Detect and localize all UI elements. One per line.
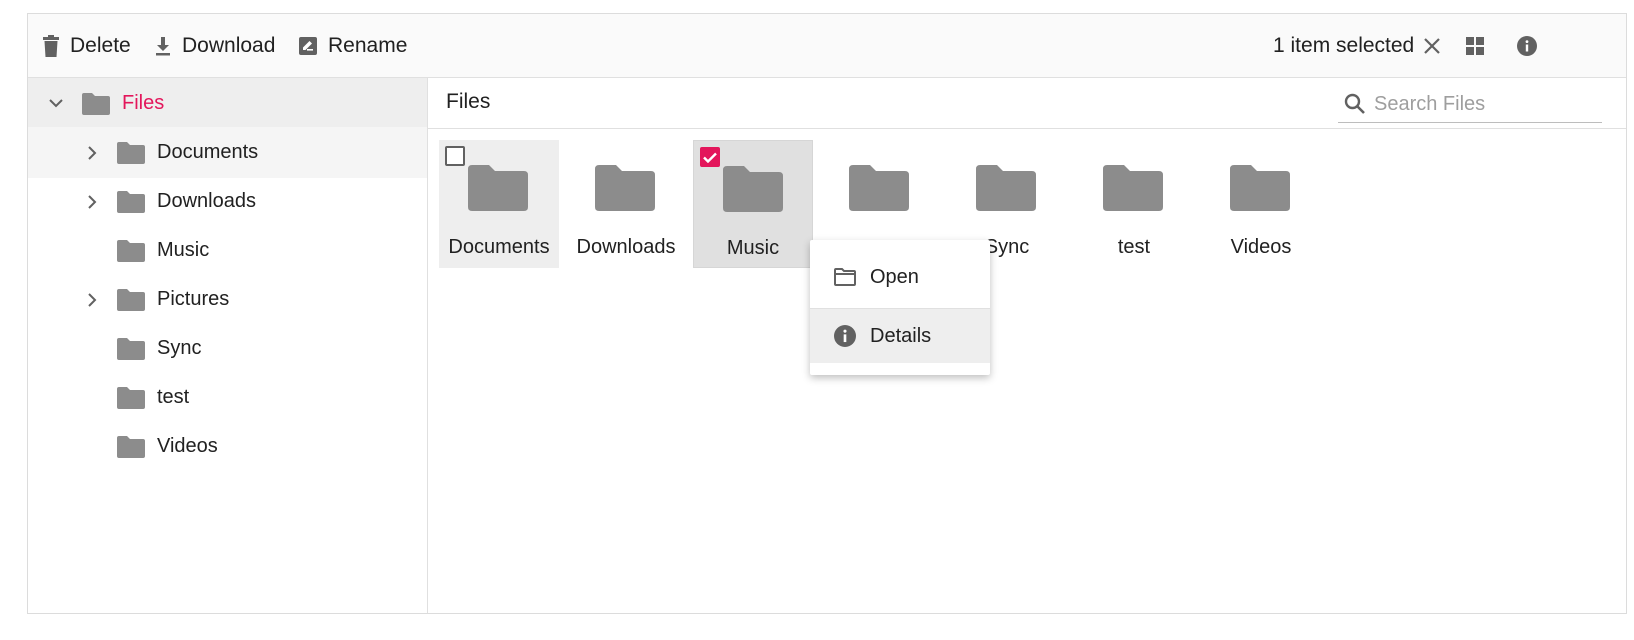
info-icon: [1517, 36, 1537, 56]
navigation-pane: Files Documents Downloads Music Pictures…: [28, 78, 428, 613]
file-item-name: Videos: [1230, 236, 1292, 258]
delete-label: Delete: [70, 34, 131, 57]
download-icon: [156, 37, 170, 56]
folder-icon: [1103, 165, 1163, 211]
clear-selection-button[interactable]: [1420, 14, 1444, 78]
download-button[interactable]: Download: [154, 14, 275, 78]
nav-item-label: Downloads: [157, 190, 256, 212]
folder-icon: [849, 165, 909, 211]
nav-item-music[interactable]: Music: [28, 225, 427, 276]
nav-item-documents[interactable]: Documents: [28, 127, 427, 178]
file-manager: Delete Download Rename 1 item selected F…: [27, 13, 1627, 614]
nav-item-label: Music: [157, 239, 210, 261]
rename-label: Rename: [328, 34, 408, 57]
selection-info: 1 item selected: [1273, 14, 1414, 78]
file-item-name: Music: [726, 237, 780, 259]
grid-view-icon: [1466, 37, 1484, 55]
rename-icon: [299, 37, 317, 55]
trash-icon: [43, 35, 59, 57]
folder-icon: [82, 92, 110, 115]
file-item-name: Documents: [448, 236, 550, 258]
delete-button[interactable]: Delete: [42, 14, 131, 78]
folder-icon: [117, 435, 145, 458]
context-menu-open[interactable]: Open: [810, 250, 990, 304]
details-pane-button[interactable]: [1514, 14, 1540, 78]
nav-item-pictures[interactable]: Pictures: [28, 274, 427, 325]
chevron-right-icon[interactable]: [82, 290, 102, 310]
view-toggle-button[interactable]: [1462, 14, 1488, 78]
content-pane: Files Documents Downloads: [428, 78, 1626, 613]
nav-item-sync[interactable]: Sync: [28, 323, 427, 374]
item-checkbox[interactable]: [445, 146, 465, 166]
chevron-right-icon[interactable]: [82, 192, 102, 212]
file-item-documents[interactable]: Documents: [439, 140, 559, 268]
folder-icon: [117, 337, 145, 360]
rename-button[interactable]: Rename: [298, 14, 407, 78]
toolbar: Delete Download Rename 1 item selected: [28, 14, 1626, 78]
context-menu: Open Details: [810, 240, 990, 375]
file-item-downloads[interactable]: Downloads: [566, 140, 686, 268]
folder-icon: [723, 166, 783, 212]
chevron-right-icon[interactable]: [82, 143, 102, 163]
folder-icon: [1230, 165, 1290, 211]
folder-icon: [117, 190, 145, 213]
nav-item-files-root[interactable]: Files: [28, 78, 427, 129]
file-item-name: Downloads: [576, 236, 676, 258]
selection-count-text: 1 item selected: [1273, 34, 1415, 57]
check-icon: [703, 152, 717, 163]
file-item-music[interactable]: Music: [693, 140, 813, 268]
chevron-down-icon[interactable]: [46, 94, 66, 114]
info-icon: [834, 325, 856, 347]
folder-icon: [976, 165, 1036, 211]
nav-item-videos[interactable]: Videos: [28, 421, 427, 472]
context-menu-details[interactable]: Details: [810, 309, 990, 363]
context-menu-open-label: Open: [870, 265, 919, 288]
nav-item-label: Videos: [157, 435, 218, 457]
close-icon: [1424, 38, 1440, 54]
folder-icon: [117, 239, 145, 262]
file-item-name: test: [1117, 236, 1151, 258]
breadcrumb[interactable]: Files: [446, 90, 490, 114]
nav-item-label: Documents: [157, 141, 259, 163]
folder-icon: [595, 165, 655, 211]
folder-icon: [468, 165, 528, 211]
search-box[interactable]: [1338, 86, 1602, 123]
nav-item-label: test: [157, 386, 190, 408]
file-item-videos[interactable]: Videos: [1201, 140, 1321, 268]
context-menu-details-label: Details: [870, 324, 932, 347]
content-header: Files: [428, 78, 1626, 129]
nav-item-downloads[interactable]: Downloads: [28, 176, 427, 227]
item-checkbox-checked[interactable]: [700, 147, 720, 167]
search-input[interactable]: [1372, 91, 1586, 117]
nav-item-label: Pictures: [157, 288, 230, 310]
folder-open-icon: [834, 268, 856, 286]
folder-icon: [117, 386, 145, 409]
nav-item-test[interactable]: test: [28, 372, 427, 423]
nav-item-label: Sync: [157, 337, 202, 359]
folder-icon: [117, 141, 145, 164]
download-label: Download: [182, 34, 276, 57]
nav-root-label: Files: [122, 92, 165, 114]
file-item-test[interactable]: test: [1074, 140, 1194, 268]
search-icon: [1344, 93, 1365, 114]
folder-icon: [117, 288, 145, 311]
